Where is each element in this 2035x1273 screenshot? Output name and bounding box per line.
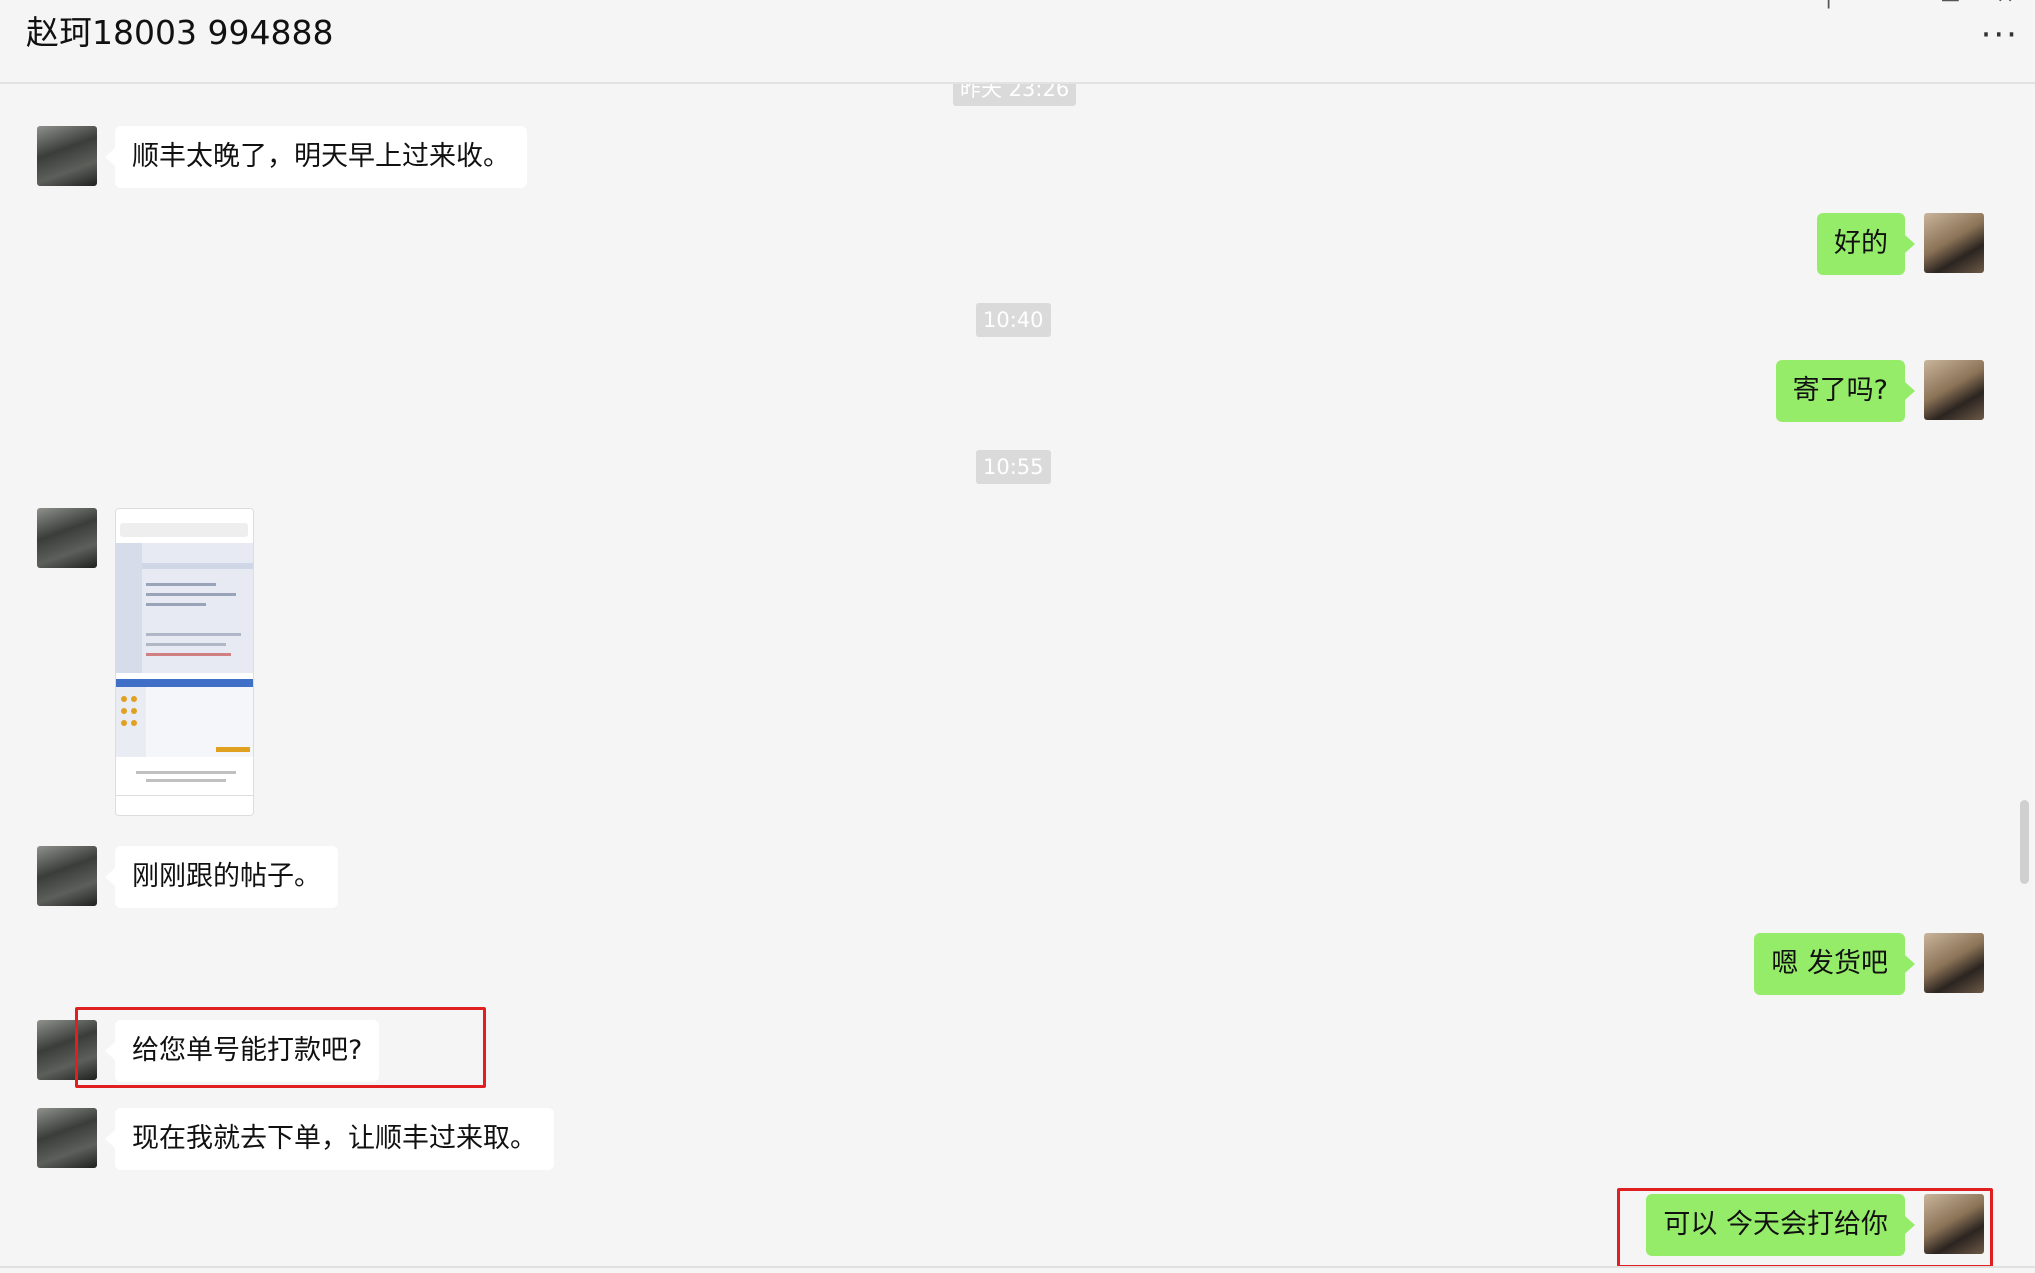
message-bubble[interactable]: 嗯 发货吧 [1754, 933, 1915, 995]
more-options-button[interactable]: ··· [1981, 18, 2019, 52]
pin-icon[interactable]: ╪ [1822, 0, 1835, 9]
divider [0, 1266, 2035, 1268]
message-bubble[interactable]: 顺丰太晚了，明天早上过来收。 [105, 126, 527, 188]
close-icon[interactable]: ✕ [1996, 0, 2014, 9]
message-bubble[interactable]: 好的 [1817, 213, 1915, 275]
avatar[interactable] [1924, 360, 1984, 420]
chat-header: 赵珂18003 994888 ╪ ▭ ✕ ··· [0, 0, 2035, 84]
message-bubble[interactable]: 刚刚跟的帖子。 [105, 846, 338, 908]
avatar[interactable] [1924, 933, 1984, 993]
avatar[interactable] [37, 1108, 97, 1168]
scrollbar-thumb[interactable] [2020, 800, 2029, 884]
avatar[interactable] [37, 846, 97, 906]
image-message[interactable] [115, 508, 254, 816]
timestamp: 10:55 [976, 450, 1051, 484]
chat-title: 赵珂18003 994888 [26, 13, 334, 52]
maximize-icon[interactable]: ▭ [1940, 0, 1961, 9]
message-bubble[interactable]: 现在我就去下单，让顺丰过来取。 [105, 1108, 554, 1170]
avatar[interactable] [37, 126, 97, 186]
avatar[interactable] [1924, 213, 1984, 273]
highlight-annotation [1617, 1188, 1993, 1268]
message-bubble[interactable]: 寄了吗? [1775, 360, 1916, 422]
highlight-annotation [75, 1007, 486, 1088]
chat-message-list[interactable]: 昨天 23:26 顺丰太晚了，明天早上过来收。 好的 10:40 寄了吗? 10… [0, 72, 2035, 1270]
avatar[interactable] [37, 508, 97, 568]
screenshot-thumbnail [116, 509, 253, 815]
timestamp: 10:40 [976, 303, 1051, 337]
